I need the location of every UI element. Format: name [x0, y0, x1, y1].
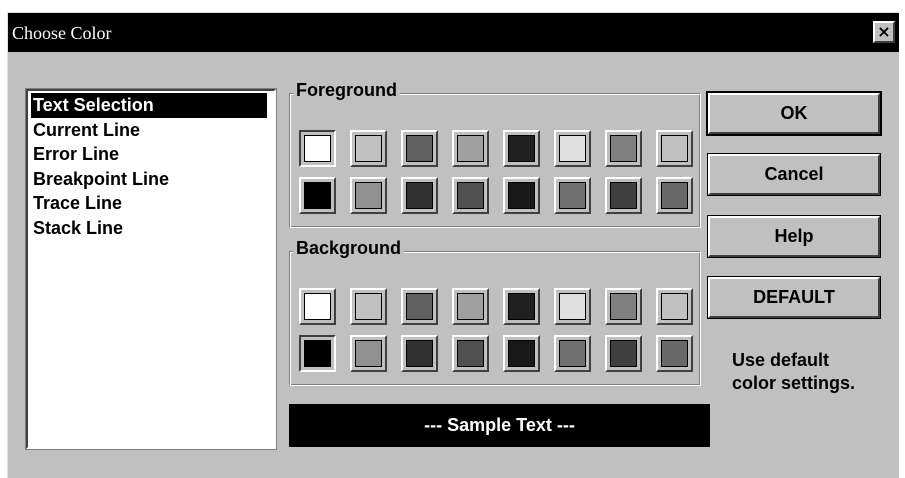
default-hint-text: Use default color settings.	[732, 349, 902, 395]
list-item-stack-line[interactable]: Stack Line	[31, 216, 267, 241]
background-swatch-color	[508, 340, 535, 367]
background-label: Background	[293, 237, 405, 259]
foreground-label: Foreground	[293, 79, 400, 101]
background-swatch-color	[508, 293, 535, 320]
foreground-swatch-color	[508, 182, 535, 209]
title-bar[interactable]: Choose Color ×	[8, 13, 899, 52]
foreground-swatch-color	[559, 182, 586, 209]
foreground-swatch[interactable]	[656, 130, 693, 167]
foreground-swatch-color	[610, 135, 637, 162]
background-swatch[interactable]	[452, 288, 489, 325]
background-swatch[interactable]	[503, 288, 540, 325]
foreground-swatch[interactable]	[554, 130, 591, 167]
background-swatch[interactable]	[299, 335, 336, 372]
ok-button[interactable]: OK	[706, 91, 882, 136]
background-swatch[interactable]	[299, 288, 336, 325]
background-swatch-color	[304, 293, 331, 320]
foreground-swatch-color	[355, 135, 382, 162]
background-swatch-color	[355, 340, 382, 367]
background-swatch-color	[457, 293, 484, 320]
foreground-swatch-color	[406, 182, 433, 209]
foreground-swatch[interactable]	[350, 177, 387, 214]
foreground-swatch-color	[661, 135, 688, 162]
sample-text-preview: --- Sample Text ---	[289, 404, 710, 447]
background-swatch[interactable]	[554, 288, 591, 325]
background-swatch-color	[355, 293, 382, 320]
background-swatch-color	[610, 293, 637, 320]
background-swatch[interactable]	[503, 335, 540, 372]
background-swatch-color	[610, 340, 637, 367]
foreground-swatch-color	[508, 135, 535, 162]
foreground-swatch-color	[457, 135, 484, 162]
foreground-swatch[interactable]	[350, 130, 387, 167]
background-swatch-color	[406, 293, 433, 320]
foreground-swatch[interactable]	[503, 130, 540, 167]
list-item-breakpoint-line[interactable]: Breakpoint Line	[31, 167, 267, 192]
foreground-swatch-color	[304, 135, 331, 162]
background-swatch[interactable]	[554, 335, 591, 372]
background-swatch[interactable]	[452, 335, 489, 372]
foreground-swatch[interactable]	[299, 177, 336, 214]
background-swatch-color	[406, 340, 433, 367]
foreground-swatch[interactable]	[656, 177, 693, 214]
line-type-list[interactable]: Text Selection Current Line Error Line B…	[25, 88, 277, 450]
foreground-swatch[interactable]	[401, 177, 438, 214]
background-swatch[interactable]	[656, 335, 693, 372]
background-swatch[interactable]	[656, 288, 693, 325]
foreground-swatch-color	[661, 182, 688, 209]
background-swatch-color	[304, 340, 331, 367]
dialog-title: Choose Color	[12, 23, 112, 43]
background-swatch[interactable]	[401, 288, 438, 325]
background-group: Background	[289, 237, 701, 386]
choose-color-dialog: Choose Color × Text Selection Current Li…	[7, 12, 899, 478]
close-button[interactable]: ×	[873, 21, 895, 43]
foreground-swatch-color	[559, 135, 586, 162]
background-swatch-color	[559, 340, 586, 367]
foreground-swatch-color	[610, 182, 637, 209]
foreground-swatch[interactable]	[503, 177, 540, 214]
list-item-trace-line[interactable]: Trace Line	[31, 191, 267, 216]
foreground-group: Foreground	[289, 79, 701, 228]
background-swatch-color	[661, 340, 688, 367]
list-item-error-line[interactable]: Error Line	[31, 142, 267, 167]
background-swatch-color	[661, 293, 688, 320]
background-swatch[interactable]	[350, 288, 387, 325]
background-swatch[interactable]	[605, 288, 642, 325]
background-swatch[interactable]	[350, 335, 387, 372]
help-button[interactable]: Help	[707, 215, 881, 258]
background-swatch[interactable]	[605, 335, 642, 372]
foreground-swatch[interactable]	[452, 130, 489, 167]
foreground-swatch[interactable]	[605, 130, 642, 167]
background-swatch[interactable]	[401, 335, 438, 372]
foreground-swatch-color	[406, 135, 433, 162]
foreground-swatch-color	[457, 182, 484, 209]
cancel-button[interactable]: Cancel	[707, 153, 881, 196]
background-swatch-color	[559, 293, 586, 320]
list-item-text-selection[interactable]: Text Selection	[31, 93, 267, 118]
default-button[interactable]: DEFAULT	[707, 276, 881, 319]
foreground-swatch[interactable]	[299, 130, 336, 167]
foreground-swatch[interactable]	[554, 177, 591, 214]
foreground-swatch-color	[355, 182, 382, 209]
hint-line-1: Use default	[732, 350, 830, 370]
hint-line-2: color settings.	[732, 373, 856, 393]
foreground-swatch[interactable]	[452, 177, 489, 214]
foreground-swatch-color	[304, 182, 331, 209]
foreground-swatch[interactable]	[605, 177, 642, 214]
list-item-current-line[interactable]: Current Line	[31, 118, 267, 143]
foreground-swatch[interactable]	[401, 130, 438, 167]
background-swatch-color	[457, 340, 484, 367]
